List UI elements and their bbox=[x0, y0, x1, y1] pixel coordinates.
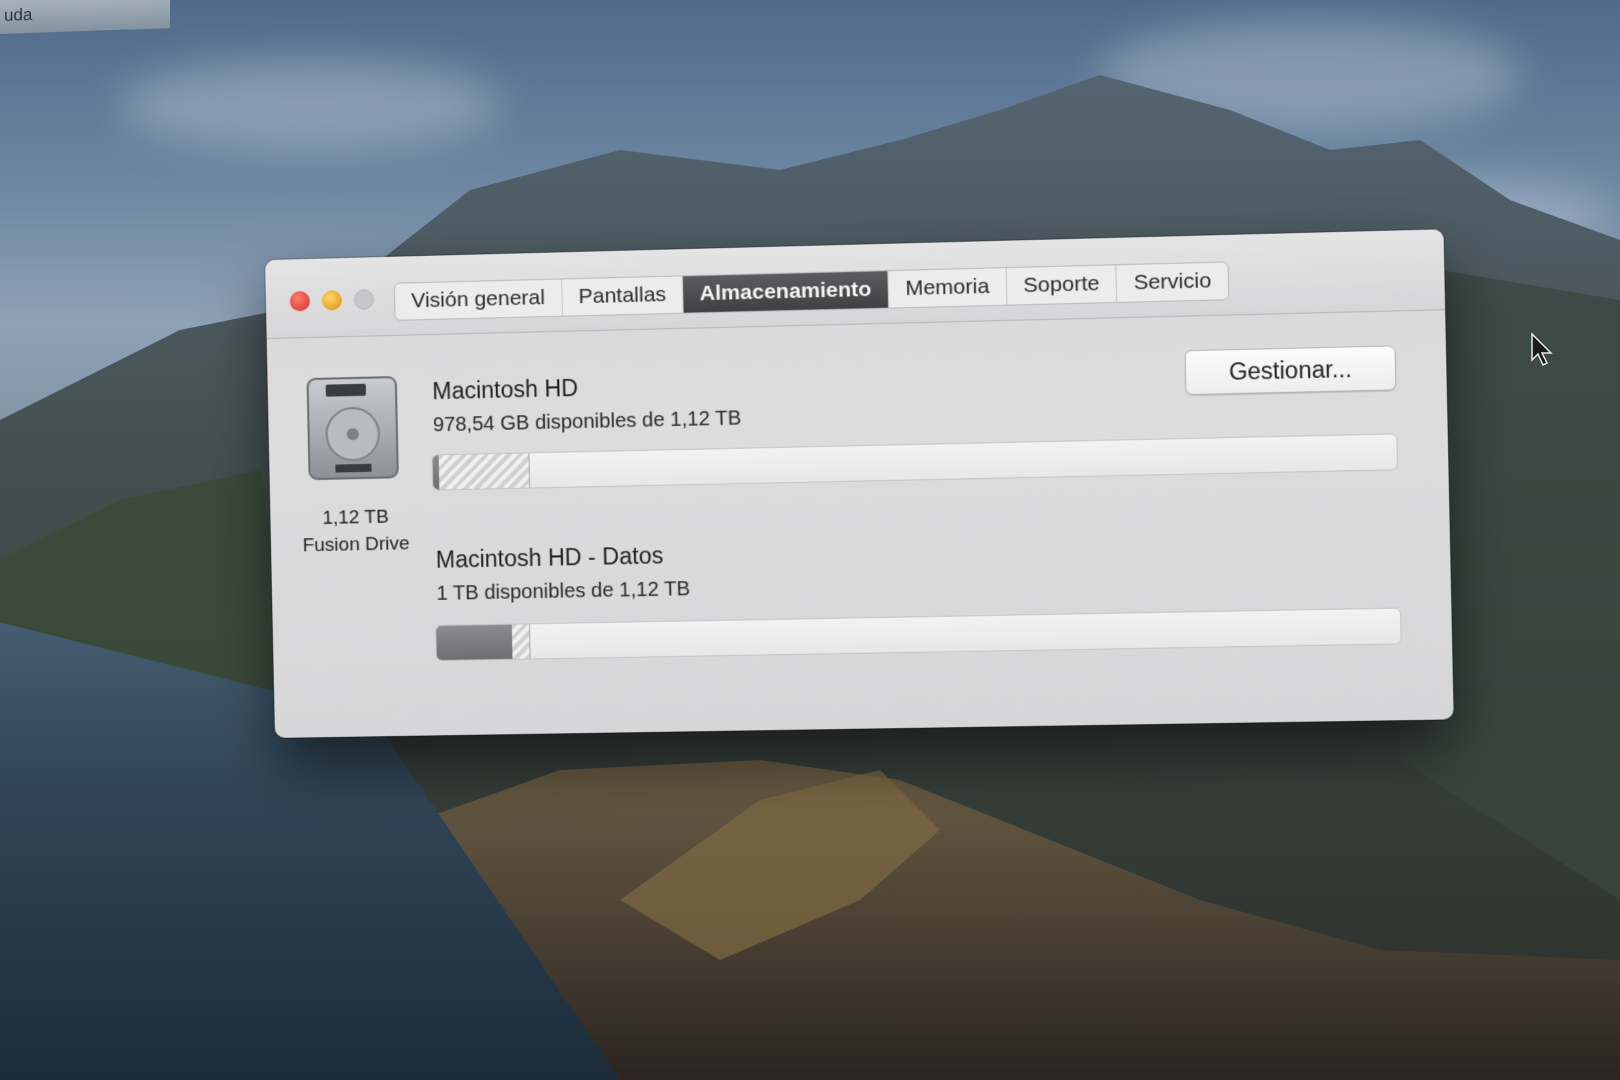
used-segment bbox=[436, 624, 513, 661]
volume-available: 1 TB disponibles de 1,12 TB bbox=[436, 578, 691, 605]
volume-usage-bar bbox=[435, 607, 1402, 662]
minimize-button[interactable] bbox=[321, 290, 343, 311]
menu-bar-fragment: uda bbox=[0, 0, 170, 35]
tab-servicio[interactable]: Servicio bbox=[1117, 262, 1229, 301]
other-segment bbox=[438, 453, 531, 490]
tab-soporte[interactable]: Soporte bbox=[1006, 265, 1118, 305]
tab-memoria[interactable]: Memoria bbox=[888, 268, 1008, 308]
tab-vision-general[interactable]: Visión general bbox=[394, 279, 563, 320]
mouse-pointer-icon bbox=[1531, 332, 1553, 367]
zoom-button bbox=[353, 289, 375, 310]
hard-drive-icon bbox=[303, 375, 401, 481]
close-button[interactable] bbox=[289, 290, 311, 312]
disk-summary: 1,12 TB Fusion Drive bbox=[280, 503, 432, 560]
volume-available: 978,54 GB disponibles de 1,12 TB bbox=[432, 407, 742, 437]
disk-type: Fusion Drive bbox=[302, 533, 410, 557]
volume-name: Macintosh HD - Datos bbox=[435, 542, 664, 573]
tab-pantallas[interactable]: Pantallas bbox=[561, 276, 684, 316]
other-segment bbox=[511, 624, 531, 659]
volume-name: Macintosh HD bbox=[431, 374, 579, 405]
volume-usage-bar bbox=[431, 433, 1399, 491]
storage-panel: 1,12 TB Fusion Drive Macintosh HD 978,54… bbox=[267, 309, 1454, 738]
tab-bar: Visión general Pantallas Almacenamiento … bbox=[393, 261, 1230, 321]
manage-button[interactable]: Gestionar... bbox=[1184, 345, 1397, 396]
tab-almacenamiento[interactable]: Almacenamiento bbox=[683, 271, 890, 313]
about-this-mac-window: Visión general Pantallas Almacenamiento … bbox=[264, 229, 1454, 738]
disk-capacity: 1,12 TB bbox=[322, 506, 389, 529]
